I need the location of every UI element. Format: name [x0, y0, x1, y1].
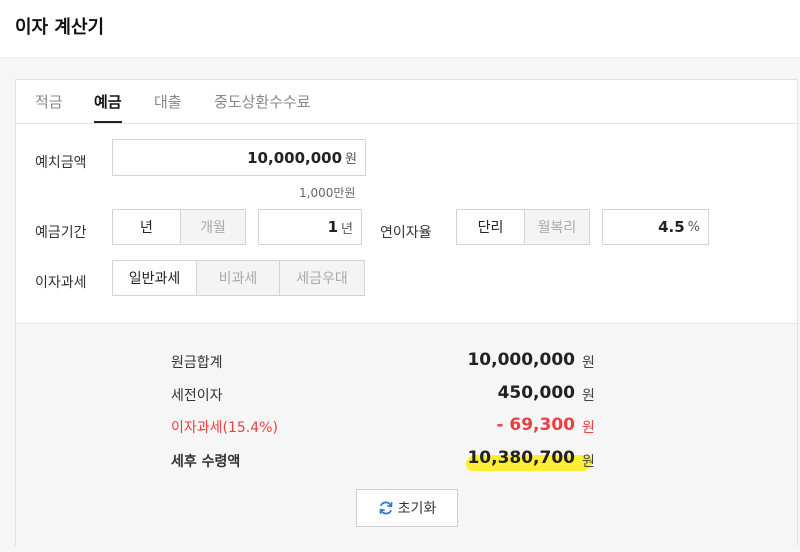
period-value: 1 [327, 218, 339, 236]
tab-deposit[interactable]: 예금 [94, 91, 122, 123]
interest-tax-unit: 원 [582, 420, 595, 436]
rate-value: 4.5 [658, 218, 685, 236]
pretax-interest-value: 450,000 [497, 383, 575, 403]
net-amount-value: 10,380,700 [467, 448, 575, 468]
deposit-amount-unit: 원 [345, 152, 357, 167]
rate-unit: % [687, 219, 700, 235]
period-label: 예금기간 [35, 225, 87, 241]
period-input[interactable]: 1 년 [258, 209, 362, 245]
deposit-amount-input[interactable]: 10,000,000 원 [112, 139, 366, 176]
interest-tax-value: - 69,300 [496, 415, 575, 435]
calculator-card: 적금 예금 대출 중도상환수수료 예치금액 10,000,000 원 1,000… [15, 79, 798, 546]
refresh-icon [378, 500, 394, 516]
principal-unit: 원 [582, 355, 595, 371]
rate-label: 연이자율 [380, 225, 432, 241]
tab-bar: 적금 예금 대출 중도상환수수료 [16, 80, 797, 124]
period-unit-month-button[interactable]: 개월 [180, 209, 246, 245]
pretax-interest-label: 세전이자 [171, 388, 223, 404]
net-amount-unit: 원 [582, 454, 595, 470]
principal-value: 10,000,000 [467, 350, 575, 370]
tab-savings[interactable]: 적금 [35, 91, 63, 121]
period-unit: 년 [341, 221, 353, 237]
page-title: 이자 계산기 [15, 17, 105, 38]
tax-general-button[interactable]: 일반과세 [112, 260, 197, 296]
rate-monthly-compound-button[interactable]: 월복리 [524, 209, 590, 245]
tax-type-label: 이자과세 [35, 275, 87, 291]
header: 이자 계산기 [0, 0, 800, 58]
period-unit-year-button[interactable]: 년 [112, 209, 181, 245]
interest-tax-label: 이자과세(15.4%) [171, 420, 278, 436]
tax-exempt-button[interactable]: 비과세 [196, 260, 280, 296]
result-panel: 원금합계 10,000,000 원 세전이자 450,000 원 이자과세(15… [16, 323, 797, 546]
reset-label: 초기화 [397, 501, 437, 517]
rate-simple-button[interactable]: 단리 [456, 209, 525, 245]
tab-prepayment-fee[interactable]: 중도상환수수료 [214, 91, 311, 121]
deposit-label: 예치금액 [35, 155, 87, 171]
deposit-amount-value: 10,000,000 [247, 148, 343, 167]
net-amount-label: 세후 수령액 [171, 454, 241, 470]
rate-input[interactable]: 4.5 % [602, 209, 709, 245]
principal-label: 원금합계 [171, 355, 223, 371]
tax-preferential-button[interactable]: 세금우대 [279, 260, 365, 296]
pretax-interest-unit: 원 [582, 388, 595, 404]
tab-loan[interactable]: 대출 [154, 91, 182, 121]
deposit-amount-hint: 1,000만원 [299, 186, 356, 200]
reset-button[interactable]: 초기화 [356, 489, 458, 527]
